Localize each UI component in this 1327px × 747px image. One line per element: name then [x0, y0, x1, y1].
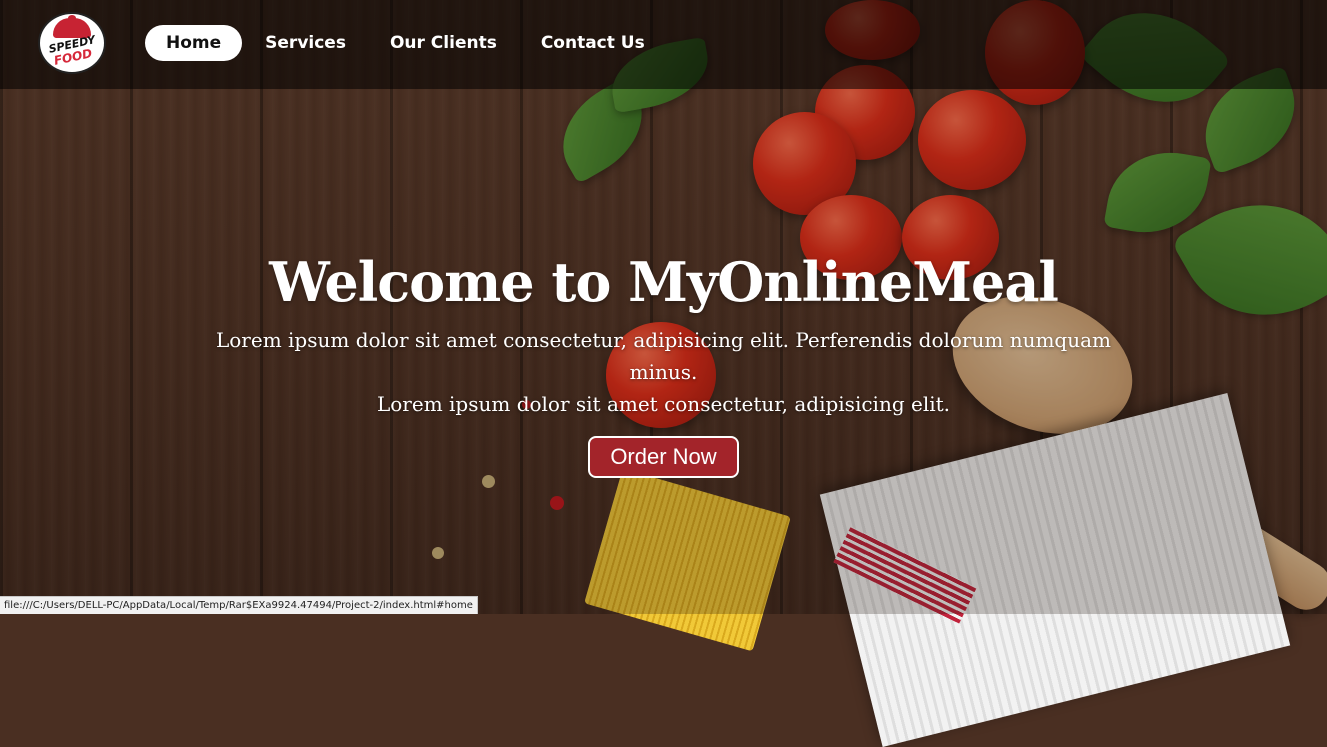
hero-section: Welcome to MyOnlineMeal Lorem ipsum dolo…: [0, 246, 1327, 478]
nav-contact-us[interactable]: Contact Us: [520, 25, 666, 61]
nav-services[interactable]: Services: [244, 25, 367, 61]
order-now-button[interactable]: Order Now: [588, 436, 739, 478]
speedy-food-logo[interactable]: SPEEDY FOOD: [40, 14, 104, 72]
nav-home[interactable]: Home: [145, 25, 243, 61]
hero-line-2: Lorem ipsum dolor sit amet consectetur, …: [376, 392, 951, 416]
nav-our-clients[interactable]: Our Clients: [369, 25, 518, 61]
hero-line-1: Lorem ipsum dolor sit amet consectetur, …: [215, 328, 1111, 384]
browser-status-bar: file:///C:/Users/DELL-PC/AppData/Local/T…: [0, 596, 478, 614]
top-navbar: SPEEDY FOOD Home Services Our Clients Co…: [0, 0, 1327, 89]
hero-title: Welcome to MyOnlineMeal: [269, 250, 1059, 314]
main-nav: Home Services Our Clients Contact Us: [145, 25, 668, 61]
hero-description: Lorem ipsum dolor sit amet consectetur, …: [184, 324, 1144, 420]
